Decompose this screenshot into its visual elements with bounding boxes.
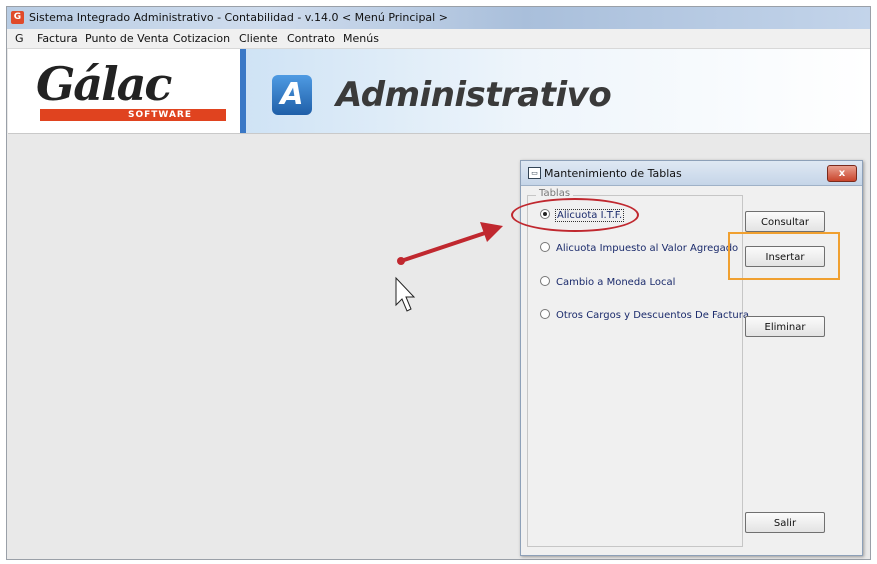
mouse-cursor-icon bbox=[396, 278, 414, 311]
red-arrow-icon bbox=[397, 222, 503, 265]
annotation-overlay bbox=[0, 0, 877, 564]
